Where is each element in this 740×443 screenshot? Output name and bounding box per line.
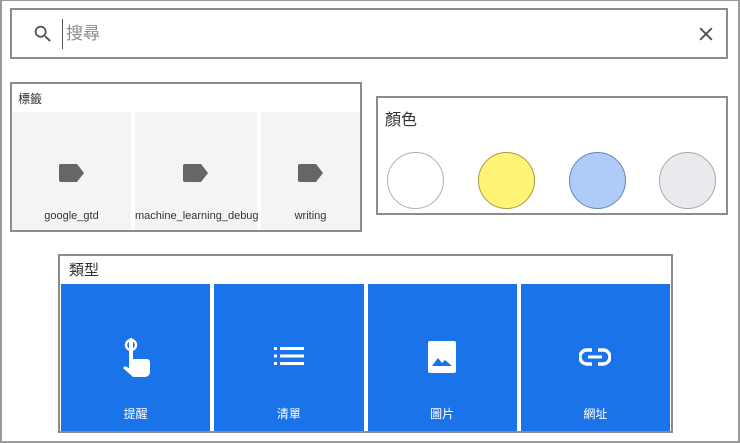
label-icon — [183, 164, 208, 182]
label-tile-machine-learning-debug[interactable]: machine_learning_debug — [135, 112, 259, 230]
type-tile-reminder[interactable]: 提醒 — [61, 284, 211, 431]
label-name: machine_learning_debug — [135, 210, 259, 222]
search-bar — [10, 8, 728, 59]
labels-section: 標籤 google_gtd machine_learning_debug wri… — [10, 82, 362, 232]
label-tile-writing[interactable]: writing — [261, 112, 360, 230]
types-section: 類型 提醒 清單 圖片 網址 — [58, 254, 673, 433]
color-swatch-blue[interactable] — [569, 152, 626, 209]
label-tile-google-gtd[interactable]: google_gtd — [12, 112, 131, 230]
close-icon[interactable] — [696, 24, 716, 44]
image-icon — [428, 341, 457, 373]
color-swatch-yellow[interactable] — [478, 152, 535, 209]
labels-title: 標籤 — [18, 92, 43, 106]
label-icon — [58, 164, 84, 182]
type-label: 網址 — [583, 407, 608, 421]
label-name: google_gtd — [44, 210, 99, 222]
type-tile-list[interactable]: 清單 — [214, 284, 364, 431]
type-label: 提醒 — [123, 407, 148, 421]
type-label: 圖片 — [430, 407, 455, 421]
colors-title: 顏色 — [385, 112, 418, 129]
search-icon[interactable] — [32, 23, 54, 45]
search-input[interactable] — [62, 19, 662, 49]
list-icon — [273, 347, 304, 365]
type-tile-link[interactable]: 網址 — [520, 284, 670, 431]
color-swatch-gray[interactable] — [659, 152, 716, 209]
types-title: 類型 — [69, 262, 100, 279]
colors-section: 顏色 — [376, 96, 728, 215]
color-swatch-white[interactable] — [387, 152, 444, 209]
type-tile-image[interactable]: 圖片 — [367, 284, 517, 431]
label-icon — [297, 164, 323, 182]
type-label: 清單 — [276, 407, 301, 421]
label-name: writing — [294, 210, 327, 222]
touch-icon — [122, 338, 150, 377]
link-icon — [579, 348, 612, 366]
